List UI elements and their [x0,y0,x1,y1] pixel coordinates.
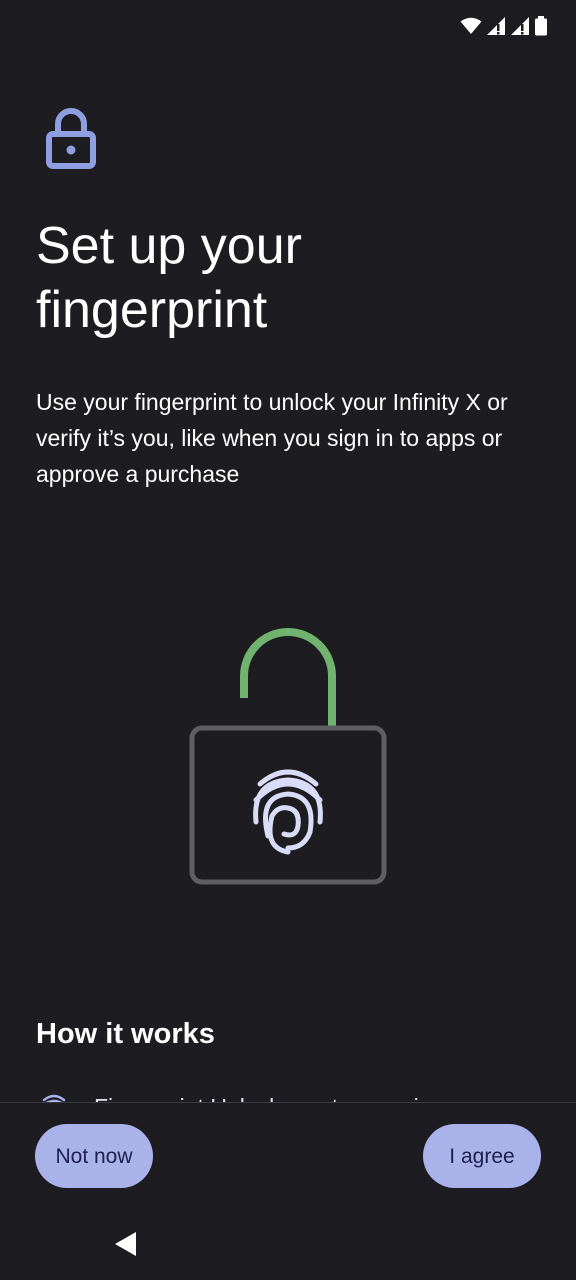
how-it-works-heading: How it works [36,1018,215,1050]
signal-icon [511,17,529,35]
not-now-button[interactable]: Not now [35,1124,153,1188]
list-item-text: Fingerprint Unlock creates a unique [94,1092,457,1102]
agree-button[interactable]: I agree [423,1124,541,1188]
page-description: Use your fingerprint to unlock your Infi… [36,389,508,487]
status-icons [460,16,548,36]
unlocked-padlock-fingerprint-illustration [189,628,387,885]
signal-icon [487,17,505,35]
battery-icon [535,16,547,36]
lock-icon [46,108,96,169]
page-title: Set up your fingerprint [36,217,302,339]
fingerprint-setup-screen: Set up your fingerprint Use your fingerp… [0,0,576,1280]
list-item: Fingerprint Unlock creates a unique [36,1088,556,1102]
status-bar [0,0,576,56]
back-triangle-icon[interactable] [112,1230,140,1258]
wifi-icon [460,17,482,34]
fingerprint-icon [42,1094,66,1102]
footer-divider [0,1102,576,1103]
